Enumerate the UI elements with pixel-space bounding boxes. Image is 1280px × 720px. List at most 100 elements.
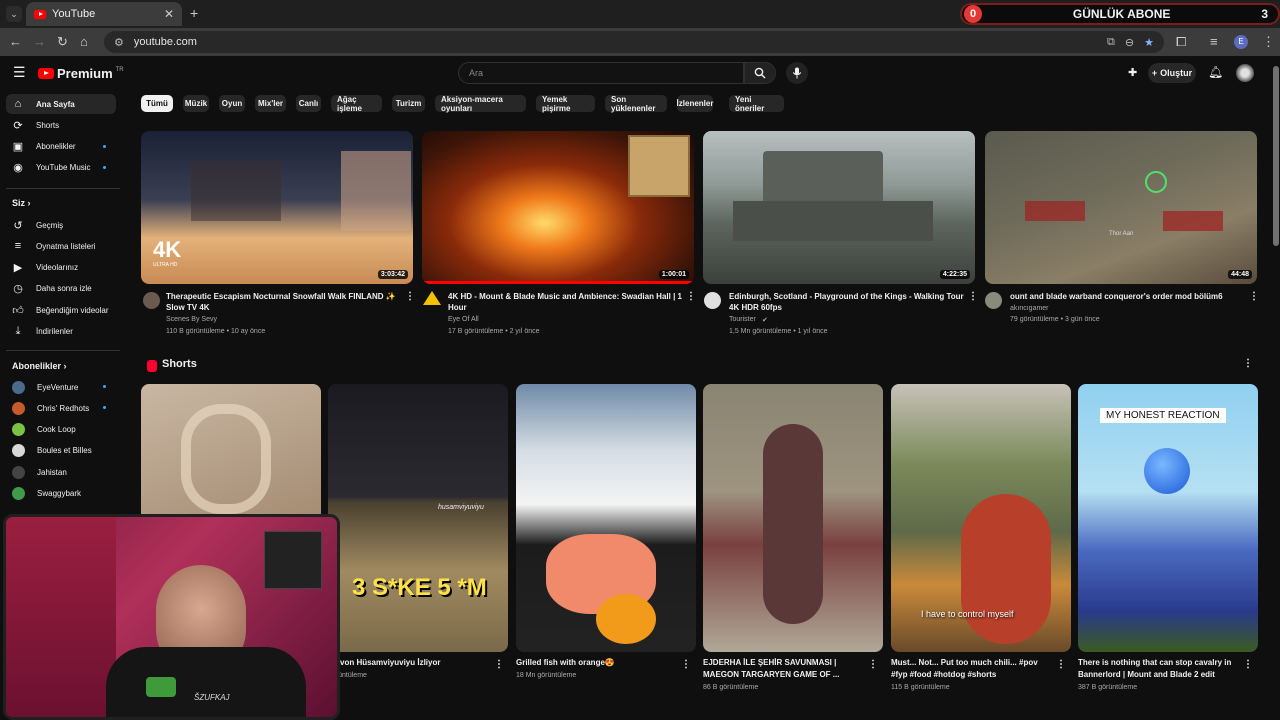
install-app-icon[interactable]: ⧉ xyxy=(1107,36,1115,49)
scrollbar-thumb[interactable] xyxy=(1273,66,1279,246)
sidebar-item[interactable]: Cook Loop xyxy=(6,420,116,440)
search-icon xyxy=(754,67,766,79)
sidebar-item[interactable]: ◉ YouTube Music xyxy=(6,158,116,178)
browser-menu-icon[interactable]: ⋮ xyxy=(1262,34,1275,50)
shelf-more-icon[interactable]: ⋮ xyxy=(1243,358,1253,369)
voice-search-button[interactable] xyxy=(786,62,808,84)
video-title[interactable]: Therapeutic Escapism Nocturnal Snowfall … xyxy=(166,291,401,313)
sidebar-divider xyxy=(6,188,120,189)
filter-chip[interactable]: Ağaç işleme xyxy=(331,95,382,113)
channel-name[interactable]: Eye Of All xyxy=(448,314,479,326)
more-actions-icon[interactable]: ⋮ xyxy=(968,291,978,302)
create-button[interactable]: + Oluştur xyxy=(1148,63,1196,83)
video-thumbnail[interactable]: 4:22:35 xyxy=(703,131,975,284)
filter-chip[interactable]: Turizm xyxy=(392,95,425,112)
filter-chip[interactable]: Tümü xyxy=(141,95,173,112)
reload-icon[interactable]: ↻ xyxy=(57,34,68,50)
short-more-icon[interactable]: ⋮ xyxy=(494,659,504,670)
sidebar-item[interactable]: Jahistan xyxy=(6,462,116,482)
short-thumbnail[interactable]: MY HONEST REACTION xyxy=(1078,384,1258,652)
tab-search-chevron-icon[interactable]: ⌄ xyxy=(6,6,22,22)
reading-list-icon[interactable]: ≡ xyxy=(1210,34,1218,50)
filter-chip[interactable]: Son yüklenenler xyxy=(605,95,667,113)
youtube-play-logo-icon xyxy=(38,68,54,79)
sidebar-item[interactable]: ▣ Abonelikler xyxy=(6,137,116,157)
plus-icon: + xyxy=(1151,68,1158,78)
overlay-left-count: 0 xyxy=(964,5,982,23)
profile-avatar[interactable]: E xyxy=(1234,35,1248,49)
sidebar-item[interactable]: ▶ Videolarınız xyxy=(6,258,116,278)
short-more-icon[interactable]: ⋮ xyxy=(868,659,878,670)
notifications-bell-icon[interactable]: 🔔︎ xyxy=(1208,65,1223,79)
short-title[interactable]: Must... Not... Put too much chili... #po… xyxy=(891,657,1051,681)
browser-tab[interactable]: YouTube ✕ xyxy=(26,2,182,26)
short-title[interactable]: There is nothing that can stop cavalry i… xyxy=(1078,657,1238,681)
short-thumbnail[interactable]: husamviyuviyu 3 S*KE 5 *M xyxy=(328,384,508,652)
forward-icon[interactable]: → xyxy=(33,34,46,50)
sidebar-item[interactable]: Chris' Redhots xyxy=(6,398,116,418)
sidebar-item[interactable]: ⌂ Ana Sayfa xyxy=(6,94,116,114)
sidebar-item[interactable]: ↺ Geçmiş xyxy=(6,215,116,235)
sidebar-heading-you[interactable]: Siz › xyxy=(12,198,31,208)
address-bar[interactable]: ⚙ youtube.com ⧉ ⊖ ★ xyxy=(104,31,1164,53)
more-actions-icon[interactable]: ⋮ xyxy=(1249,291,1259,302)
video-thumbnail[interactable]: 4K ULTRA HD 3:03:42 xyxy=(141,131,413,284)
sidebar-item[interactable]: 👍︎ Beğendiğim videolar xyxy=(6,300,116,320)
sidebar-item[interactable]: ⤓ İndirilenler xyxy=(6,322,116,342)
filter-chip[interactable]: İzlenenler xyxy=(677,95,713,112)
back-icon[interactable]: ← xyxy=(9,34,22,50)
zoom-icon[interactable]: ⊖ xyxy=(1125,36,1134,49)
short-thumbnail[interactable]: I have to control myself xyxy=(891,384,1071,652)
filter-chip[interactable]: Yeni öneriler xyxy=(729,95,784,113)
channel-avatar[interactable] xyxy=(143,292,160,309)
short-thumbnail[interactable] xyxy=(516,384,696,652)
bookmark-star-icon[interactable]: ★ xyxy=(1144,36,1154,49)
filter-chip[interactable]: Canlı xyxy=(296,95,321,112)
tab-close-icon[interactable]: ✕ xyxy=(164,7,174,21)
filter-chip[interactable]: Oyun xyxy=(219,95,245,112)
channel-avatar[interactable] xyxy=(985,292,1002,309)
short-title[interactable]: univon Hüsamviyuviyu İzliyor xyxy=(328,657,488,669)
channel-name[interactable]: Scenes By Sevy xyxy=(166,314,217,326)
page-scrollbar[interactable] xyxy=(1272,56,1280,720)
sidebar-item[interactable]: ≡ Oynatma listeleri xyxy=(6,236,116,256)
short-title[interactable]: Grilled fish with orange😍 xyxy=(516,657,676,669)
video-title[interactable]: ount and blade warband conqueror's order… xyxy=(1010,291,1245,302)
video-thumbnail[interactable]: Thor Aan 44:48 xyxy=(985,131,1257,284)
sidebar-item[interactable]: EyeVenture xyxy=(6,377,116,397)
puzzle-icon[interactable]: ✚ xyxy=(1128,66,1137,79)
sidebar-item-label: Chris' Redhots xyxy=(37,403,90,413)
video-thumbnail[interactable]: 1:00:01 xyxy=(422,131,694,284)
more-actions-icon[interactable]: ⋮ xyxy=(405,291,415,302)
hamburger-menu-icon[interactable]: ☰ xyxy=(13,65,26,79)
new-tab-icon[interactable]: + xyxy=(190,5,198,21)
more-actions-icon[interactable]: ⋮ xyxy=(686,291,696,302)
short-more-icon[interactable]: ⋮ xyxy=(1243,659,1253,670)
home-button-icon[interactable]: ⌂ xyxy=(80,34,88,50)
sidebar-item[interactable]: ⟳ Shorts xyxy=(6,115,116,135)
filter-chip[interactable]: Müzik xyxy=(183,95,209,112)
channel-avatar[interactable] xyxy=(423,291,441,305)
sidebar-heading-subscriptions[interactable]: Abonelikler › xyxy=(12,361,67,371)
extensions-icon[interactable]: ⧠ xyxy=(1176,34,1186,50)
sidebar-item[interactable]: ◷ Daha sonra izle xyxy=(6,279,116,299)
channel-name[interactable]: Tourister xyxy=(729,314,756,326)
short-more-icon[interactable]: ⋮ xyxy=(681,659,691,670)
filter-chip[interactable]: Yemek pişirme xyxy=(536,95,595,113)
short-thumbnail[interactable] xyxy=(703,384,883,652)
search-button[interactable] xyxy=(744,62,776,84)
sidebar-item[interactable]: Boules et Billes xyxy=(6,441,116,461)
sidebar-item[interactable]: Swaggybark xyxy=(6,484,116,504)
account-avatar[interactable] xyxy=(1236,64,1254,82)
video-title[interactable]: 4K HD - Mount & Blade Music and Ambience… xyxy=(448,291,683,313)
filter-chip[interactable]: Mix'ler xyxy=(255,95,286,112)
short-title[interactable]: EJDERHA İLE ŞEHİR SAVUNMASI | MAEGON TAR… xyxy=(703,657,863,681)
filter-chip[interactable]: Aksiyon-macera oyunları xyxy=(435,95,526,113)
search-input[interactable]: Ara xyxy=(458,62,744,84)
channel-avatar[interactable] xyxy=(704,292,721,309)
video-title[interactable]: Edinburgh, Scotland - Playground of the … xyxy=(729,291,964,313)
sidebar-item-label: Geçmiş xyxy=(36,220,64,230)
youtube-logo[interactable]: Premium TR xyxy=(38,66,124,81)
short-more-icon[interactable]: ⋮ xyxy=(1056,659,1066,670)
site-info-icon[interactable]: ⚙ xyxy=(114,36,124,49)
